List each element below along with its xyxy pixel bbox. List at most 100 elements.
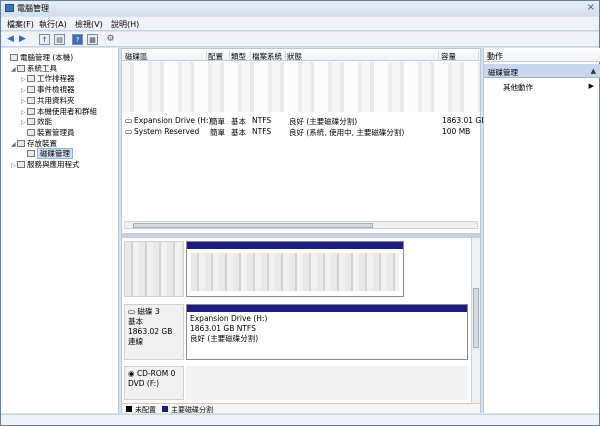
redacted-disk-label [124,241,184,297]
tree-node-label: 工作排程器 [37,74,75,84]
shared-folder-icon [27,96,35,104]
tree-node-label: 服務與應用程式 [27,160,80,169]
menu-file[interactable]: 檔案(F) [7,19,34,30]
show-tree-icon[interactable]: ▤ [54,34,65,45]
col-type[interactable]: 類型 [231,51,251,61]
disk3-partition[interactable]: Expansion Drive (H:) 1863.01 GB NTFS 良好 … [186,304,468,360]
properties-icon[interactable]: ▦ [87,34,98,45]
title-bar: 電腦管理 × [1,1,599,16]
tree-node[interactable]: ▷ 事件檢視器 [21,84,75,94]
volume-layout: 簡單 [210,128,225,137]
tree-node-label: 系統工具 [27,63,57,73]
col-volume[interactable]: 磁碟區 [125,51,207,61]
clock-icon [27,75,35,83]
disk3-size: 1863.02 GB [128,327,173,336]
actions-header: 動作 [484,48,600,62]
actions-section-label: 磁碟管理 [488,68,518,77]
cdrom-icon: ◉ [128,369,135,378]
legend-swatch-primary [162,406,168,412]
scrollbar-thumb[interactable] [473,288,479,348]
col-layout[interactable]: 配置 [208,51,230,61]
horizontal-scrollbar[interactable] [124,221,478,229]
computer-icon [10,54,18,61]
tree-node[interactable]: ▷ 服務與應用程式 [11,159,80,169]
cdrom-label[interactable]: ◉ CD-ROM 0 DVD (F:) [124,366,184,400]
tree-node[interactable]: ◢ 系統工具 [11,63,57,73]
tools-icon [17,64,25,72]
menu-action[interactable]: 執行(A) [39,19,67,30]
menu-view[interactable]: 檢視(V) [75,19,103,30]
computer-management-icon [5,4,14,12]
actions-section[interactable]: 磁碟管理 ▲ [484,64,600,78]
vertical-scrollbar[interactable] [471,238,480,403]
tree-node-label: 存放裝置 [27,138,57,148]
help-icon[interactable]: ? [72,34,83,45]
scrollbar-thumb[interactable] [133,223,373,228]
partition-bar [187,242,403,249]
tree-node-label: 裝置管理員 [37,127,75,137]
tree-node-label: 事件檢視器 [37,85,75,95]
collapse-icon[interactable]: ▲ [591,67,596,75]
console-tree: 電腦管理 (本機) ◢ 系統工具 ▷ 工作排程器 ▷ 事件檢視器 ▷ 共用資料夾 ▷ 本機使用者和群… [1,48,119,413]
redacted-partition[interactable] [186,241,404,297]
volume-name: System Reserved [134,127,200,136]
redacted-partition-info [191,253,399,291]
forward-icon[interactable]: ▶ [17,34,28,45]
storage-icon [17,139,25,147]
actions-pane: 動作 磁碟管理 ▲ 其他動作 ▶ [483,48,600,413]
disk-graphical-view: ▭ 磁碟 3 基本 1863.02 GB 連線 Expansion Drive … [122,238,470,403]
performance-icon [27,118,35,126]
partition-bar [187,305,467,312]
tree-node-label: 磁碟管理 [37,148,73,160]
drive-icon: ▭ [125,116,133,125]
disk-management-icon [27,150,35,158]
volume-row[interactable]: ▭ System Reserved 簡單 基本 NTFS 良好 (系統, 使用中… [122,126,480,137]
col-status[interactable]: 狀態 [287,51,439,61]
up-folder-icon[interactable]: ↑ [39,34,50,45]
tree-node[interactable]: ▷ 工作排程器 [21,73,75,83]
close-icon[interactable]: × [587,2,595,13]
col-filesystem[interactable]: 檔案系統 [252,51,286,61]
menu-bar: 檔案(F) 執行(A) 檢視(V) 說明(H) [1,17,599,31]
main-window: 電腦管理 × 檔案(F) 執行(A) 檢視(V) 說明(H) ◀ ▶ ↑ ▤ ?… [0,0,600,426]
volume-capacity: 1863.01 GB [442,116,487,125]
tree-node[interactable]: ▷ 共用資料夾 [21,95,75,105]
volume-fs: NTFS [252,127,272,136]
cdrom-drive: DVD (F:) [128,379,160,388]
volume-list-header: 磁碟區 配置 類型 檔案系統 狀態 容量 [122,49,480,61]
window-title: 電腦管理 [17,4,49,13]
legend: 未配置 主要磁碟分割 [122,403,480,414]
cdrom-empty-area [186,366,468,400]
tree-node[interactable]: ▷ 本機使用者和群組 [21,106,97,116]
volume-type: 基本 [231,128,246,137]
device-manager-icon [27,128,35,136]
tree-node[interactable]: 裝置管理員 [21,127,75,137]
disk3-name: 磁碟 3 [137,307,160,316]
status-bar [1,414,599,425]
back-icon[interactable]: ◀ [5,34,16,45]
tree-node-label: 效能 [37,117,52,127]
disk3-label[interactable]: ▭ 磁碟 3 基本 1863.02 GB 連線 [124,304,184,360]
disk3-state: 連線 [128,337,143,346]
tree-node[interactable]: 磁碟管理 [21,148,73,160]
tree-node[interactable]: 電腦管理 (本機) [4,52,73,62]
tree-node-label: 共用資料夾 [37,95,75,105]
volume-row[interactable]: ▭ Expansion Drive (H:) 簡單 基本 NTFS 良好 (主要… [122,115,486,126]
partition-status: 良好 (主要磁碟分割) [190,334,259,343]
volume-name: Expansion Drive (H:) [134,116,212,125]
volume-status: 良好 (系統, 使用中, 主要磁碟分割) [289,128,405,137]
tree-node[interactable]: ◢ 存放裝置 [11,138,57,148]
partition-name: Expansion Drive (H:) [190,314,268,323]
tree-node[interactable]: ▷ 效能 [21,116,52,126]
more-actions-item[interactable]: 其他動作 ▶ [484,80,600,92]
volume-fs: NTFS [252,116,272,125]
submenu-arrow-icon: ▶ [588,82,594,90]
menu-help[interactable]: 說明(H) [111,19,139,30]
disk-icon: ▭ [128,307,136,316]
services-icon [17,161,25,168]
volume-capacity: 100 MB [442,127,471,136]
col-capacity[interactable]: 容量 [441,51,479,61]
console-icon[interactable]: ⚙ [105,34,116,45]
cdrom-name: CD-ROM 0 [136,369,176,378]
partition-size: 1863.01 GB NTFS [190,324,256,333]
